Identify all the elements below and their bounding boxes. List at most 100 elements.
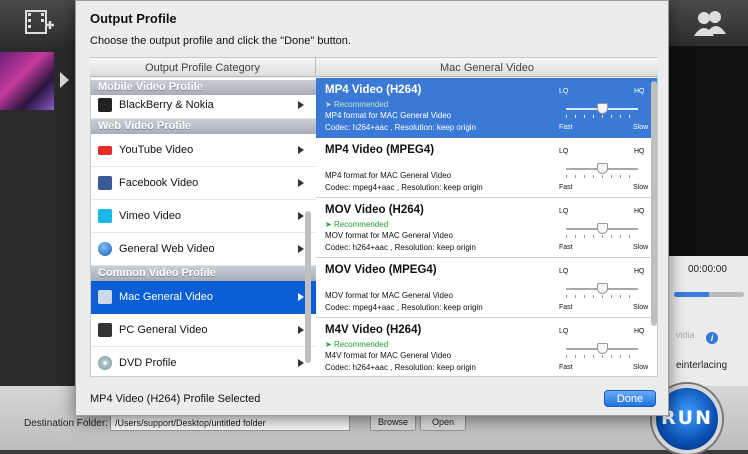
category-item-dvd[interactable]: DVD Profile <box>91 347 316 376</box>
quality-slider[interactable] <box>566 223 638 234</box>
quality-high-label: HQ <box>634 148 645 155</box>
category-group-web: Web Video Profile <box>91 119 316 134</box>
quality-ticks <box>566 355 638 358</box>
category-label: PC General Video <box>119 324 208 336</box>
pc-monitor-icon <box>98 323 112 337</box>
category-group-mobile: Mobile Video Profile <box>91 80 316 95</box>
output-profile-dialog: Output Profile Choose the output profile… <box>75 0 669 416</box>
category-item-facebook[interactable]: Facebook Video <box>91 167 316 200</box>
quality-ticks <box>566 235 638 238</box>
profile-name: MOV Video (H264) <box>325 204 424 216</box>
profile-list[interactable]: MP4 Video (H264) ➤ Recommended MP4 forma… <box>316 78 658 377</box>
profile-column-header: Mac General Video <box>316 57 658 77</box>
chevron-right-icon <box>298 359 304 367</box>
chevron-right-icon <box>298 293 304 301</box>
info-icon[interactable]: i <box>706 332 718 344</box>
speed-slow-label: Slow <box>633 304 649 311</box>
video-thumbnail[interactable] <box>0 52 54 110</box>
category-scrollbar[interactable] <box>305 211 311 363</box>
speed-fast-label: Fast <box>559 184 573 191</box>
dialog-title: Output Profile <box>90 11 177 26</box>
facebook-icon <box>98 176 112 190</box>
volume-slider[interactable] <box>674 292 744 297</box>
youtube-icon <box>98 146 112 155</box>
quality-ticks <box>566 295 638 298</box>
speed-slow-label: Slow <box>633 184 649 191</box>
profile-codec: Codec: h264+aac , Resolution: keep origi… <box>325 243 476 252</box>
profile-item[interactable]: MP4 Video (H264) ➤ Recommended MP4 forma… <box>316 78 657 138</box>
mac-monitor-icon <box>98 290 112 304</box>
category-column-header: Output Profile Category <box>90 57 316 77</box>
profile-name: MOV Video (MPEG4) <box>325 264 437 276</box>
profile-codec: Codec: mpeg4+aac , Resolution: keep orig… <box>325 183 483 192</box>
quality-slider[interactable] <box>566 343 638 354</box>
destination-field[interactable]: /Users/support/Desktop/untitled folder <box>110 415 350 431</box>
quality-ticks <box>566 175 638 178</box>
category-label: Mac General Video <box>119 291 213 303</box>
profile-name: MP4 Video (MPEG4) <box>325 144 435 156</box>
category-item-vimeo[interactable]: Vimeo Video <box>91 200 316 233</box>
quality-slider-knob[interactable] <box>596 343 608 354</box>
profile-codec: Codec: h264+aac , Resolution: keep origi… <box>325 363 476 372</box>
quality-slider-knob[interactable] <box>596 163 608 174</box>
quality-high-label: HQ <box>634 208 645 215</box>
chevron-right-icon <box>298 146 304 154</box>
add-video-icon[interactable] <box>24 8 54 38</box>
speed-fast-label: Fast <box>559 244 573 251</box>
category-item-general-web[interactable]: General Web Video <box>91 233 316 266</box>
category-item-pc-general[interactable]: PC General Video <box>91 314 316 347</box>
play-arrow-icon[interactable] <box>60 72 69 88</box>
speed-fast-label: Fast <box>559 364 573 371</box>
time-readout: 00:00:00 <box>688 264 727 275</box>
profile-item[interactable]: MP4 Video (MPEG4) MP4 format for MAC Gen… <box>316 138 657 198</box>
open-button[interactable]: Open <box>420 414 466 431</box>
category-item-youtube[interactable]: YouTube Video <box>91 134 316 167</box>
profile-name: M4V Video (H264) <box>325 324 422 336</box>
chevron-right-icon <box>298 100 304 109</box>
quality-low-label: LQ <box>559 328 569 335</box>
chevron-right-icon <box>298 326 304 334</box>
quality-high-label: HQ <box>634 328 645 335</box>
profile-name: MP4 Video (H264) <box>325 84 422 96</box>
nvidia-label: vidia <box>676 330 695 340</box>
quality-low-label: LQ <box>559 208 569 215</box>
category-label: YouTube Video <box>119 144 194 156</box>
destination-label: Destination Folder: <box>24 418 108 429</box>
category-label: BlackBerry & Nokia <box>119 99 214 111</box>
category-item-blackberry[interactable]: BlackBerry & Nokia <box>91 95 316 119</box>
globe-icon <box>98 242 112 256</box>
dialog-subtitle: Choose the output profile and click the … <box>90 35 351 47</box>
category-item-mac-general[interactable]: Mac General Video <box>91 281 316 314</box>
category-label: DVD Profile <box>119 357 177 369</box>
profile-item[interactable]: M4V Video (H264) ➤ Recommended M4V forma… <box>316 318 657 376</box>
speed-slow-label: Slow <box>633 364 649 371</box>
users-icon[interactable] <box>692 8 726 38</box>
profile-item[interactable]: MOV Video (H264) ➤ Recommended MOV forma… <box>316 198 657 258</box>
done-button[interactable]: Done <box>604 390 656 407</box>
profile-scrollbar[interactable] <box>651 81 657 326</box>
profile-codec: Codec: h264+aac , Resolution: keep origi… <box>325 123 476 132</box>
quality-slider[interactable] <box>566 163 638 174</box>
browse-button[interactable]: Browse <box>370 414 416 431</box>
quality-low-label: LQ <box>559 268 569 275</box>
quality-slider-knob[interactable] <box>596 223 608 234</box>
chevron-right-icon <box>298 179 304 187</box>
deinterlacing-label: einterlacing <box>676 360 728 371</box>
quality-slider-knob[interactable] <box>596 283 608 294</box>
quality-high-label: HQ <box>634 88 645 95</box>
vimeo-icon <box>98 209 112 223</box>
category-label: Vimeo Video <box>119 210 181 222</box>
profile-item[interactable]: MOV Video (MPEG4) MOV format for MAC Gen… <box>316 258 657 318</box>
category-list[interactable]: Mobile Video Profile BlackBerry & Nokia … <box>90 78 316 377</box>
speed-fast-label: Fast <box>559 124 573 131</box>
category-group-common: Common Video Profile <box>91 266 316 281</box>
chevron-right-icon <box>298 245 304 253</box>
speed-slow-label: Slow <box>633 124 649 131</box>
quality-slider[interactable] <box>566 103 638 114</box>
quality-ticks <box>566 115 638 118</box>
quality-slider-knob[interactable] <box>596 103 608 114</box>
category-label: General Web Video <box>119 243 215 255</box>
quality-slider[interactable] <box>566 283 638 294</box>
speed-slow-label: Slow <box>633 244 649 251</box>
quality-high-label: HQ <box>634 268 645 275</box>
